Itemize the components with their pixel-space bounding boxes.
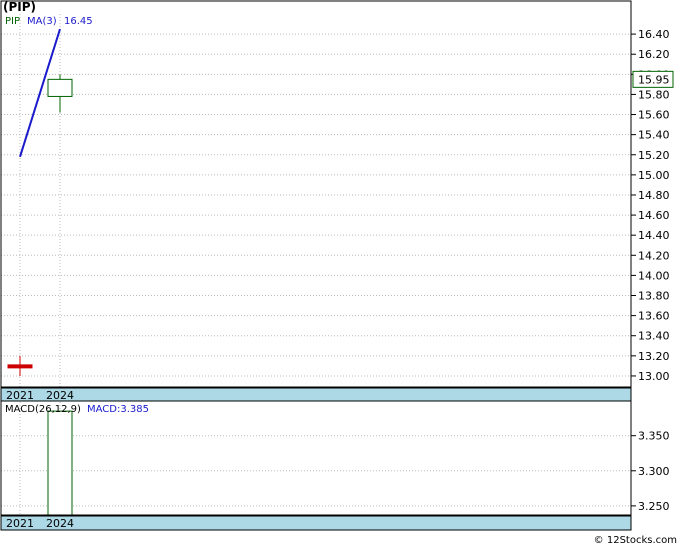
macd-value-legend: MACD:3.385 <box>87 404 149 415</box>
price-y-tick-label: 16.40 <box>638 28 670 41</box>
price-y-tick-label: 14.40 <box>638 229 670 242</box>
price-y-tick-label: 16.20 <box>638 48 670 61</box>
chart-canvas: (PIP)© 12Stocks.com16.4016.2016.0015.801… <box>0 0 677 546</box>
price-y-tick-label: 13.60 <box>638 310 670 323</box>
macd-panel-frame <box>0 400 632 516</box>
price-y-tick-label: 14.60 <box>638 209 670 222</box>
price-x-tick-label: 2024 <box>46 389 74 402</box>
price-y-tick-label: 14.00 <box>638 269 670 282</box>
macd-marks <box>47 410 73 517</box>
symbol-legend: PIP <box>5 16 20 27</box>
price-y-tick-label: 15.20 <box>638 149 670 162</box>
price-y-tick-label: 15.40 <box>638 129 670 142</box>
price-y-tick-label: 15.60 <box>638 109 670 122</box>
macd-grid <box>1 402 636 515</box>
ma-value-legend: 16.45 <box>64 16 93 27</box>
price-y-tick-label: 15.80 <box>638 88 670 101</box>
price-y-tick-label: 13.40 <box>638 330 670 343</box>
macd-x-tick-label: 2024 <box>46 517 74 530</box>
price-y-tick-label: 14.20 <box>638 249 670 262</box>
macd-indicator-legend: MACD(26,12,9) <box>5 404 81 415</box>
price-y-tick-label: 13.80 <box>638 290 670 303</box>
price-panel-frame <box>0 0 632 388</box>
panel-frames <box>0 0 632 531</box>
price-marks <box>7 28 73 376</box>
price-grid <box>1 14 636 387</box>
macd-y-tick-label: 3.300 <box>638 465 670 478</box>
price-date-band <box>0 387 632 402</box>
macd-y-tick-label: 3.250 <box>638 500 670 513</box>
chart-title: (PIP) <box>3 0 36 14</box>
macd-bar-2024 <box>47 410 73 517</box>
last-price-label: 15.95 <box>638 73 670 86</box>
price-y-tick-label: 13.20 <box>638 350 670 363</box>
candle-body-2024 <box>47 78 73 97</box>
price-x-tick-label: 2021 <box>6 389 34 402</box>
stock-chart: (PIP)© 12Stocks.com16.4016.2016.0015.801… <box>0 0 680 546</box>
price-y-tick-label: 13.00 <box>638 370 670 383</box>
macd-x-tick-label: 2021 <box>6 517 34 530</box>
chart-labels: (PIP)© 12Stocks.com16.4016.2016.0015.801… <box>3 0 677 546</box>
ma-legend: MA(3) <box>27 16 57 27</box>
watermark: © 12Stocks.com <box>594 535 677 546</box>
price-y-tick-label: 15.00 <box>638 169 670 182</box>
candle-body-2021 <box>7 364 33 369</box>
macd-date-band <box>0 515 632 531</box>
macd-y-tick-label: 3.350 <box>638 430 670 443</box>
price-y-tick-label: 14.80 <box>638 189 670 202</box>
